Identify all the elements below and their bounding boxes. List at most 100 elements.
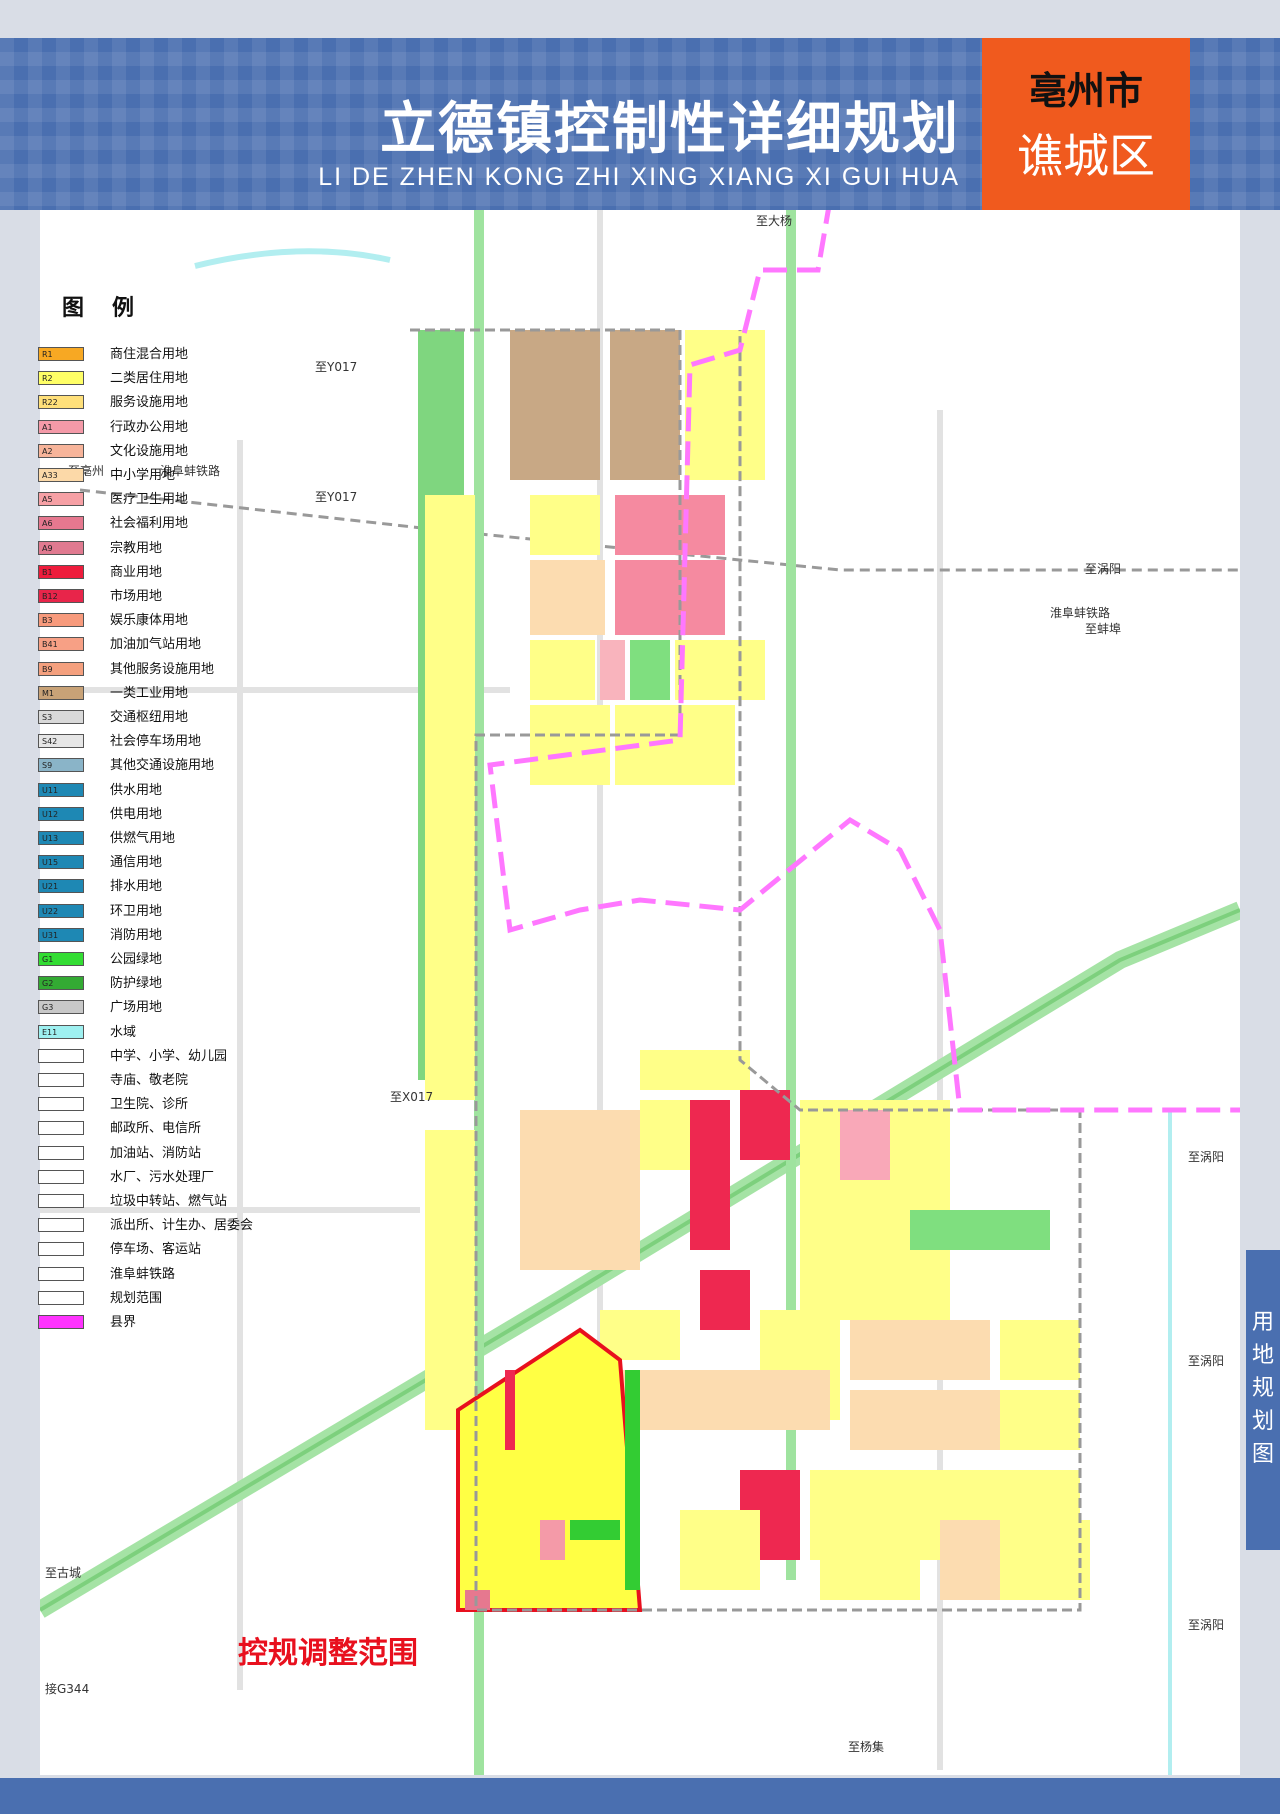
legend-item: U15 通信用地 <box>38 853 298 873</box>
legend-item: 邮政所、电信所 <box>38 1119 298 1139</box>
legend-label: 社会停车场用地 <box>110 734 202 750</box>
legend-swatch: A1 <box>38 419 84 434</box>
legend-swatch: U13 <box>38 831 84 845</box>
legend-label: 供电用地 <box>110 806 163 822</box>
place-label: 至杨集 <box>848 1740 885 1754</box>
legend-item: 淮阜蚌铁路 <box>38 1265 298 1285</box>
legend-item: A33 中小学用地 <box>38 466 298 486</box>
legend-item: S42 社会停车场用地 <box>38 732 298 752</box>
legend-label: 中学、小学、幼儿园 <box>110 1048 228 1064</box>
legend-swatch: U12 <box>38 806 84 821</box>
legend-swatch: B41 <box>38 637 84 652</box>
badge-city: 亳州市 <box>1028 68 1143 113</box>
legend-label: 社会福利用地 <box>110 516 189 532</box>
legend-swatch: G3 <box>38 1000 84 1015</box>
legend-item: G2 防护绿地 <box>38 974 298 994</box>
legend-item: U12 供电用地 <box>38 805 298 825</box>
legend-label: 排水用地 <box>110 879 163 895</box>
legend-item: B3 娱乐康体用地 <box>38 611 298 631</box>
legend-label: 防护绿地 <box>110 976 163 992</box>
legend-label: 娱乐康体用地 <box>110 613 189 629</box>
legend-item: A9 宗教用地 <box>38 539 298 559</box>
legend-swatch <box>38 1315 84 1329</box>
side-tab-label: 用地规划图 <box>1252 1310 1275 1467</box>
legend-swatch <box>38 1194 84 1208</box>
legend-swatch <box>38 1073 84 1087</box>
legend-label: 公园绿地 <box>110 952 163 967</box>
legend-item: B9 其他服务设施用地 <box>38 660 298 680</box>
legend-item: 停车场、客运站 <box>38 1240 298 1260</box>
legend-swatch: A33 <box>38 468 84 482</box>
legend-swatch: A6 <box>38 516 84 531</box>
legend-label: 广场用地 <box>110 1000 163 1016</box>
legend-label: 通信用地 <box>110 855 163 871</box>
legend-swatch: S42 <box>38 734 84 749</box>
legend-item: A6 社会福利用地 <box>38 514 298 534</box>
legend-label: 行政办公用地 <box>110 419 189 435</box>
legend-swatch: B1 <box>38 564 84 579</box>
legend-label: 文化设施用地 <box>110 443 189 459</box>
legend-label: 停车场、客运站 <box>110 1242 202 1258</box>
legend-swatch: U21 <box>38 879 84 894</box>
legend-item: B41 加油加气站用地 <box>38 635 298 655</box>
legend-swatch: R22 <box>38 395 84 410</box>
legend-swatch: U11 <box>38 782 84 797</box>
legend-swatch <box>38 1121 84 1136</box>
place-label: 接G344 <box>45 1682 90 1696</box>
legend-item: U21 排水用地 <box>38 877 298 897</box>
legend-swatch: A5 <box>38 492 84 507</box>
place-label: 至X017 <box>390 1090 434 1104</box>
place-label: 至涡阳 <box>1085 562 1122 576</box>
legend-label: 派出所、计生办、居委会 <box>110 1218 254 1234</box>
legend-label: 服务设施用地 <box>110 395 189 411</box>
legend-swatch: U15 <box>38 855 84 870</box>
legend-swatch: U22 <box>38 903 84 918</box>
legend-item: 中学、小学、幼儿园 <box>38 1047 298 1067</box>
legend-item: B1 商业用地 <box>38 563 298 583</box>
legend-label: 规划范围 <box>110 1290 163 1306</box>
legend-swatch <box>38 1048 84 1063</box>
legend-swatch: B3 <box>38 613 84 628</box>
legend-label: 其他服务设施用地 <box>110 661 215 677</box>
side-tab: 用地规划图 <box>1246 1250 1280 1550</box>
legend-swatch <box>38 1266 84 1281</box>
legend-swatch: U31 <box>38 927 84 942</box>
place-label: 至涡阳 <box>1188 1618 1225 1632</box>
adjustment-zone-label: 控规调整范围 <box>238 1636 418 1671</box>
legend-swatch: G1 <box>38 952 84 966</box>
place-label: 至涡阳 <box>1188 1354 1225 1368</box>
legend-label: 供燃气用地 <box>110 831 176 846</box>
legend-item: U13 供燃气用地 <box>38 829 298 849</box>
legend-item: R2 二类居住用地 <box>38 369 298 389</box>
legend-swatch: R2 <box>38 371 84 386</box>
page-title: 立德镇控制性详细规划 <box>380 97 960 162</box>
place-label: 至Y017 <box>315 490 358 504</box>
legend-item: 县界 <box>38 1313 298 1333</box>
legend-label: 消防用地 <box>110 927 163 943</box>
legend-swatch <box>38 1242 84 1257</box>
legend-label: 供水用地 <box>110 782 163 798</box>
legend-item: U11 供水用地 <box>38 781 298 801</box>
legend-label: 环卫用地 <box>110 903 163 919</box>
legend-swatch: S9 <box>38 758 84 773</box>
legend-item: R22 服务设施用地 <box>38 393 298 413</box>
legend-swatch <box>38 1145 84 1160</box>
legend-swatch: A9 <box>38 540 84 555</box>
legend-item: E11 水域 <box>38 1023 298 1043</box>
legend-item: R1 商住混合用地 <box>38 345 298 365</box>
legend-label: 邮政所、电信所 <box>110 1121 202 1137</box>
legend-item: A1 行政办公用地 <box>38 418 298 438</box>
legend-label: 垃圾中转站、燃气站 <box>110 1194 228 1209</box>
legend-swatch: R1 <box>38 347 84 361</box>
legend-item: A2 文化设施用地 <box>38 442 298 462</box>
legend-label: 一类工业用地 <box>110 685 189 701</box>
legend-swatch <box>38 1169 84 1184</box>
place-label: 至大杨 <box>756 214 793 228</box>
legend-label: 交通枢纽用地 <box>110 710 189 725</box>
legend-label: 其他交通设施用地 <box>110 758 215 774</box>
legend-item: 卫生院、诊所 <box>38 1095 298 1115</box>
legend-swatch <box>38 1218 84 1233</box>
legend-swatch: B9 <box>38 661 84 676</box>
legend-item: S9 其他交通设施用地 <box>38 756 298 776</box>
place-label: 至涡阳 <box>1188 1150 1225 1164</box>
